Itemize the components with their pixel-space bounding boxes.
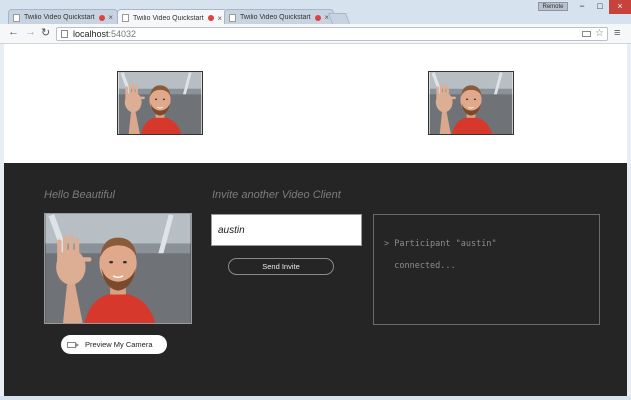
forward-icon[interactable]: →: [25, 26, 36, 38]
remote-video-2: [428, 71, 514, 135]
recording-icon: [315, 14, 322, 21]
log-line: connected...: [384, 261, 456, 271]
maximize-button[interactable]: □: [591, 0, 609, 14]
invite-label: Invite another Video Client: [212, 189, 341, 201]
page-icon: [122, 14, 129, 22]
browser-toolbar: ← → ↻ localhost:54032 ☆ ≡: [0, 24, 631, 44]
star-icon[interactable]: ☆: [595, 28, 604, 40]
invite-input[interactable]: [211, 214, 362, 246]
page-icon: [229, 13, 236, 22]
close-window-button[interactable]: ×: [609, 0, 631, 14]
log-panel: > Participant "austin" connected...: [373, 214, 600, 325]
recording-icon: [208, 15, 215, 21]
tab-title: Twilio Video Quickstart: [133, 14, 204, 22]
preview-camera-label: Preview My Camera: [85, 340, 153, 349]
camera-icon: [67, 341, 79, 348]
reload-icon[interactable]: ↻: [41, 26, 50, 39]
tab-1[interactable]: Twilio Video Quickstart ×: [8, 9, 118, 25]
controls-panel: Hello Beautiful Invite another Video Cli…: [4, 163, 627, 396]
hello-label: Hello Beautiful: [44, 189, 115, 201]
tab-close-icon[interactable]: ×: [217, 14, 222, 23]
minimize-button[interactable]: −: [573, 0, 591, 14]
page-icon: [61, 30, 68, 38]
person-image: [118, 72, 202, 134]
preview-camera-button[interactable]: Preview My Camera: [61, 335, 167, 354]
window-bottom-edge: [0, 396, 631, 400]
address-port: :54032: [108, 29, 137, 39]
remote-video-1: [117, 71, 203, 135]
page-icon: [13, 13, 20, 22]
tab-title: Twilio Video Quickstart: [24, 14, 95, 21]
page-viewport: Hello Beautiful Invite another Video Cli…: [4, 44, 627, 396]
address-host: localhost: [73, 29, 109, 39]
back-icon[interactable]: ←: [8, 26, 19, 38]
tab-title: Twilio Video Quickstart: [240, 14, 311, 21]
person-image: [429, 72, 513, 134]
new-tab-button[interactable]: [327, 13, 351, 24]
address-bar[interactable]: localhost:54032 ☆: [56, 27, 608, 41]
send-invite-button[interactable]: Send Invite: [228, 258, 334, 275]
cast-icon[interactable]: [582, 31, 591, 37]
recording-icon: [99, 14, 106, 21]
log-line: > Participant "austin": [384, 239, 497, 249]
local-video: [44, 213, 192, 324]
title-bar: Twilio Video Quickstart × Twilio Video Q…: [0, 0, 631, 26]
tab-3[interactable]: Twilio Video Quickstart ×: [224, 9, 334, 25]
tab-close-icon[interactable]: ×: [108, 13, 113, 22]
user-badge[interactable]: Remote: [538, 2, 568, 11]
menu-icon[interactable]: ≡: [614, 27, 620, 39]
person-image: [45, 214, 191, 323]
